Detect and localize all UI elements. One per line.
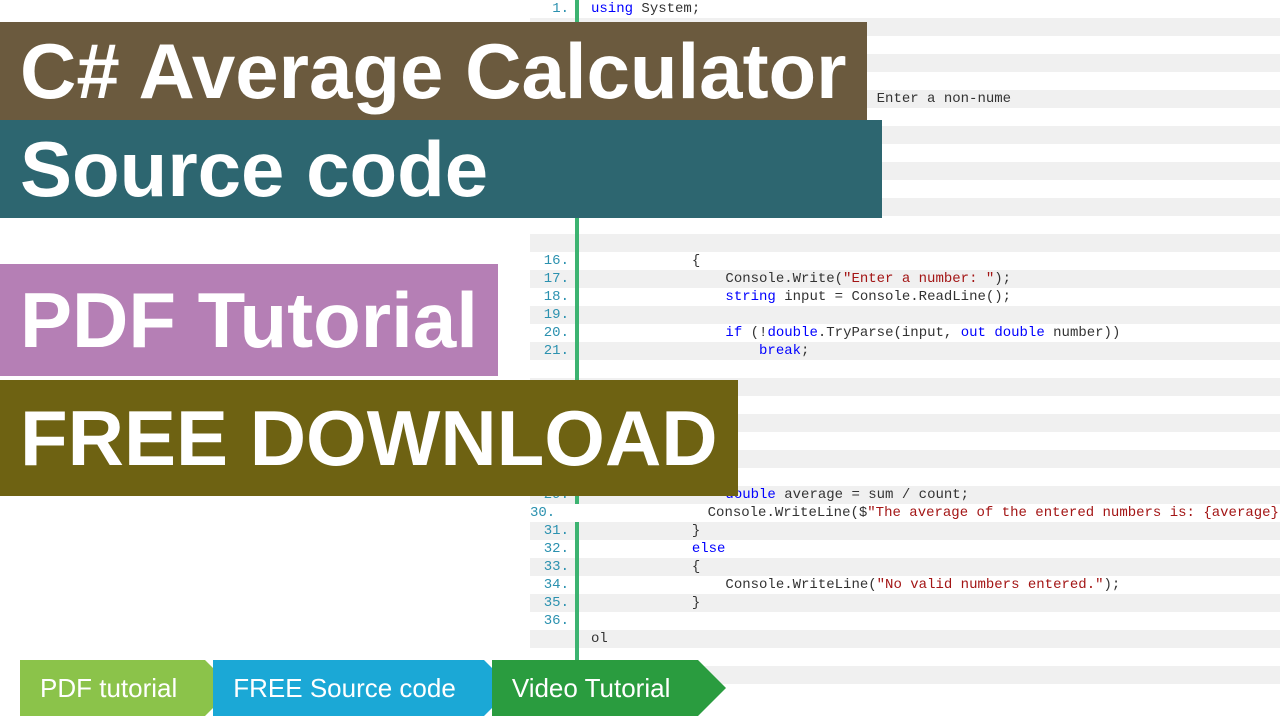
code-text: } bbox=[579, 594, 700, 612]
code-text bbox=[579, 612, 591, 630]
code-line: 18. string input = Console.ReadLine(); bbox=[530, 288, 1280, 306]
line-number bbox=[530, 216, 575, 234]
free-source-chevron[interactable]: FREE Source code bbox=[213, 660, 484, 716]
code-text: { bbox=[579, 558, 700, 576]
code-text: ol bbox=[579, 630, 608, 648]
line-number bbox=[530, 630, 575, 648]
line-number bbox=[530, 360, 575, 378]
code-line: 32. else bbox=[530, 540, 1280, 558]
code-line: 35. } bbox=[530, 594, 1280, 612]
line-number: 34. bbox=[530, 576, 575, 594]
code-line: 34. Console.WriteLine("No valid numbers … bbox=[530, 576, 1280, 594]
code-line: 31. } bbox=[530, 522, 1280, 540]
code-text: } bbox=[579, 522, 700, 540]
line-number: 16. bbox=[530, 252, 575, 270]
code-text: string input = Console.ReadLine(); bbox=[579, 288, 1011, 306]
chevron-row: PDF tutorial FREE Source code Video Tuto… bbox=[20, 660, 698, 716]
free-download-banner: FREE DOWNLOAD bbox=[0, 380, 738, 496]
line-number: 36. bbox=[530, 612, 575, 630]
code-line: 20. if (!double.TryParse(input, out doub… bbox=[530, 324, 1280, 342]
line-number: 21. bbox=[530, 342, 575, 360]
line-number: 30. bbox=[530, 504, 561, 522]
line-number: 33. bbox=[530, 558, 575, 576]
line-number: 1. bbox=[530, 0, 575, 18]
code-text bbox=[579, 234, 591, 252]
line-number bbox=[530, 234, 575, 252]
code-text: Console.Write("Enter a number: "); bbox=[579, 270, 1011, 288]
code-line: 30. Console.WriteLine($"The average of t… bbox=[530, 504, 1280, 522]
title-banner: C# Average Calculator bbox=[0, 22, 867, 120]
code-line: 19. bbox=[530, 306, 1280, 324]
code-text: Console.WriteLine("No valid numbers ente… bbox=[579, 576, 1120, 594]
line-number: 17. bbox=[530, 270, 575, 288]
code-text: { bbox=[579, 252, 700, 270]
line-number: 31. bbox=[530, 522, 575, 540]
line-number: 35. bbox=[530, 594, 575, 612]
code-text: Console.WriteLine($"The average of the e… bbox=[561, 504, 1280, 522]
code-line bbox=[530, 234, 1280, 252]
code-text: using System; bbox=[579, 0, 700, 18]
source-code-banner: Source code bbox=[0, 120, 882, 218]
code-text bbox=[579, 216, 591, 234]
code-text bbox=[579, 360, 591, 378]
code-line bbox=[530, 360, 1280, 378]
code-line: 1.using System; bbox=[530, 0, 1280, 18]
pdf-tutorial-chevron[interactable]: PDF tutorial bbox=[20, 660, 205, 716]
line-number: 19. bbox=[530, 306, 575, 324]
code-text: break; bbox=[579, 342, 809, 360]
pdf-tutorial-banner: PDF Tutorial bbox=[0, 264, 498, 376]
code-line: 36. bbox=[530, 612, 1280, 630]
code-text: if (!double.TryParse(input, out double n… bbox=[579, 324, 1120, 342]
video-tutorial-chevron[interactable]: Video Tutorial bbox=[492, 660, 699, 716]
code-line: 33. { bbox=[530, 558, 1280, 576]
code-line bbox=[530, 216, 1280, 234]
line-number: 32. bbox=[530, 540, 575, 558]
code-line: 16. { bbox=[530, 252, 1280, 270]
code-line: 21. break; bbox=[530, 342, 1280, 360]
line-number: 18. bbox=[530, 288, 575, 306]
code-line: ol bbox=[530, 630, 1280, 648]
code-text bbox=[579, 306, 591, 324]
line-number: 20. bbox=[530, 324, 575, 342]
code-text: else bbox=[579, 540, 725, 558]
code-line: 17. Console.Write("Enter a number: "); bbox=[530, 270, 1280, 288]
